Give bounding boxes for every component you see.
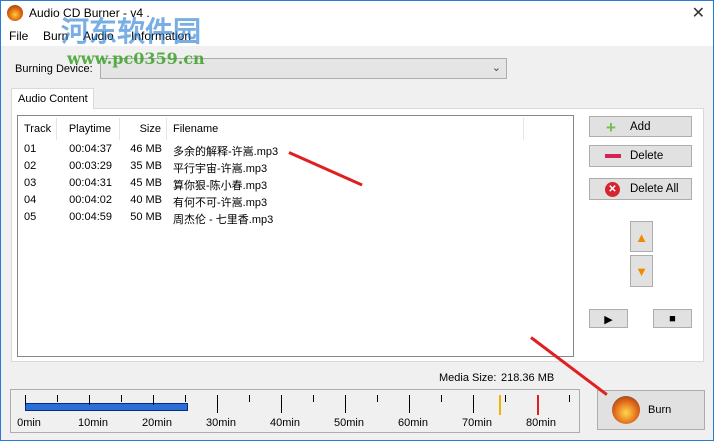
cell-track: 01 (24, 143, 37, 155)
table-row[interactable]: 03 00:04:31 45 MB 算你狠-陈小春.mp3 (18, 175, 538, 192)
play-button[interactable]: ▶ (589, 309, 628, 328)
cell-track: 03 (24, 177, 37, 189)
timeline-tick (377, 395, 378, 402)
cell-size: 40 MB (130, 194, 162, 206)
timeline-label: 10min (78, 417, 108, 429)
timeline-tick (281, 395, 282, 413)
cell-time: 00:04:37 (69, 143, 112, 155)
cell-file: 有何不可-许嵩.mp3 (173, 197, 268, 209)
watermark-url: www.pc0359.cn (67, 49, 205, 68)
cell-size: 35 MB (130, 160, 162, 172)
cell-time: 00:04:02 (69, 194, 112, 206)
stop-icon: ■ (669, 313, 676, 325)
flame-icon (612, 396, 640, 424)
timeline-label: 30min (206, 417, 236, 429)
delete-button[interactable]: Delete (589, 145, 692, 167)
stop-button[interactable]: ■ (653, 309, 692, 328)
timeline-label: 20min (142, 417, 172, 429)
column-size[interactable]: Size (120, 118, 167, 140)
cell-file: 周杰伦 - 七里香.mp3 (173, 214, 274, 226)
arrow-up-icon: ▲ (635, 230, 648, 245)
cell-file: 算你狠-陈小春.mp3 (173, 180, 268, 192)
table-row[interactable]: 02 00:03:29 35 MB 平行宇宙-许嵩.mp3 (18, 158, 538, 175)
table-row[interactable]: 04 00:04:02 40 MB 有何不可-许嵩.mp3 (18, 192, 538, 209)
timeline-label: 80min (526, 417, 556, 429)
timeline-tick (89, 395, 90, 405)
limit-marker (537, 395, 539, 415)
table-row[interactable]: 01 00:04:37 46 MB 多余的解释-许嵩.mp3 (18, 141, 538, 158)
cell-size: 45 MB (130, 177, 162, 189)
timeline-tick (473, 395, 474, 413)
cell-size: 50 MB (130, 211, 162, 223)
play-icon: ▶ (604, 314, 613, 326)
timeline-tick (57, 395, 58, 402)
timeline-tick (153, 395, 154, 405)
delete-all-x-icon: ✕ (605, 182, 620, 197)
minus-icon (605, 154, 621, 158)
column-track[interactable]: Track (18, 118, 57, 140)
close-button[interactable]: ✕ (692, 3, 705, 23)
watermark-text: 河东软件园 (61, 15, 202, 48)
burn-button[interactable]: Burn (597, 390, 705, 430)
track-list[interactable]: Track Playtime Size Filename 01 00:04:37 4… (17, 115, 574, 357)
timeline-tick (441, 395, 442, 402)
delete-all-button[interactable]: ✕ Delete All (589, 178, 692, 200)
cell-track: 02 (24, 160, 37, 172)
media-size-value: 218.36 MB (501, 372, 555, 384)
timeline-tick (249, 395, 250, 402)
timeline-tick (505, 395, 506, 402)
media-size-label: Media Size: (439, 372, 497, 384)
burn-label: Burn (648, 404, 672, 416)
capacity-timeline: 0min 10min 20min 30min 40min 50min 60min 70min 8… (10, 389, 580, 433)
timeline-tick (217, 395, 218, 413)
menu-file[interactable]: File (9, 29, 28, 43)
table-row[interactable]: 05 00:04:59 50 MB 周杰伦 - 七里香.mp3 (18, 209, 538, 226)
cell-track: 05 (24, 211, 37, 223)
chevron-down-icon: ⌄ (491, 62, 501, 74)
warning-marker (498, 395, 501, 415)
move-up-button[interactable]: ▲ (630, 221, 653, 252)
tab-audio-content[interactable]: Audio Content (11, 88, 94, 109)
cell-file: 平行宇宙-许嵩.mp3 (173, 163, 268, 175)
timeline-label: 60min (398, 417, 428, 429)
add-label: Add (630, 121, 651, 133)
column-playtime[interactable]: Playtime (57, 118, 120, 140)
plus-icon: + (606, 118, 616, 137)
cell-size: 46 MB (130, 143, 162, 155)
arrow-down-icon: ▼ (635, 264, 648, 279)
timeline-tick (185, 395, 186, 402)
cell-file: 多余的解释-许嵩.mp3 (173, 146, 279, 158)
timeline-tick (345, 395, 346, 413)
timeline-tick (409, 395, 410, 413)
timeline-tick (121, 395, 122, 402)
cell-time: 00:04:59 (69, 211, 112, 223)
cell-time: 00:04:31 (69, 177, 112, 189)
cell-time: 00:03:29 (69, 160, 112, 172)
delete-label: Delete (630, 150, 664, 162)
timeline-label: 40min (270, 417, 300, 429)
cell-track: 04 (24, 194, 37, 206)
flame-app-icon (7, 5, 23, 21)
timeline-tick (313, 395, 314, 402)
timeline-label: 0min (17, 417, 41, 429)
move-down-button[interactable]: ▼ (630, 255, 653, 287)
delete-all-label: Delete All (630, 183, 679, 195)
timeline-label: 70min (462, 417, 492, 429)
timeline-label: 50min (334, 417, 364, 429)
timeline-tick (25, 395, 26, 405)
timeline-tick (569, 395, 570, 402)
column-filename[interactable]: Filename (167, 118, 524, 140)
app-window: Audio CD Burner - v4 . ✕ File Burn Audio… (0, 0, 714, 441)
used-capacity-bar (25, 403, 188, 411)
add-button[interactable]: + Add (589, 116, 692, 137)
